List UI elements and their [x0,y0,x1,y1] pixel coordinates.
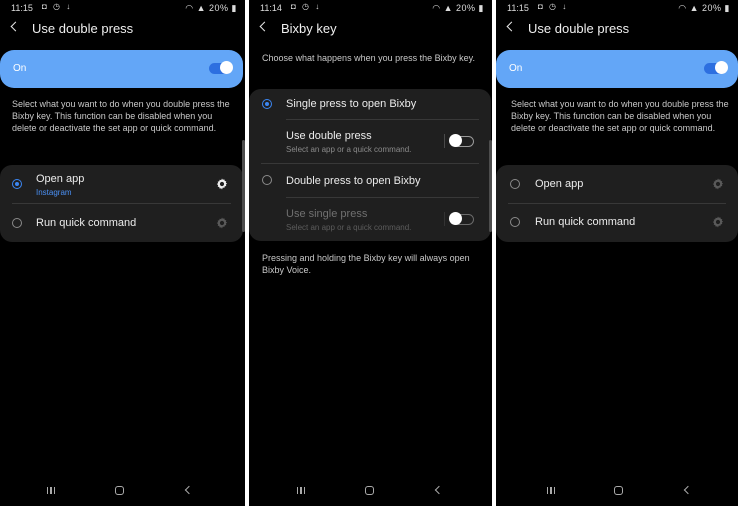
scrollbar[interactable] [489,140,492,232]
recent-apps-icon[interactable] [47,487,55,494]
master-switch-label: On [509,63,523,74]
notification-icons: ◘ ◷ ↓ [291,2,322,11]
status-bar: 11:14 ◘ ◷ ↓ ◠ ▲ 20% ▮ [249,0,492,16]
signal-icon: ◠ ▲ [185,3,206,13]
option-open-app-label: Open app [535,178,584,190]
radio-single-press-bixby[interactable] [262,99,272,109]
option-open-app-label: Open app [36,173,85,185]
option-open-app[interactable]: Open app Instagram [0,165,243,203]
back-icon[interactable] [184,485,194,495]
option-open-app-sub: Instagram [36,188,72,197]
master-toggle[interactable] [209,61,233,74]
master-switch-label: On [13,63,27,74]
navigation-bar [249,480,492,506]
master-toggle[interactable] [704,61,728,74]
status-time: 11:14 [260,3,282,13]
option-run-quick-command[interactable]: Run quick command [496,204,738,242]
recent-apps-icon[interactable] [297,487,305,494]
navigation-bar [496,480,738,506]
options-card: Open app Instagram Run quick command [0,165,243,242]
radio-open-app[interactable] [510,179,520,189]
footer-text: Pressing and holding the Bixby key will … [262,253,470,275]
page-title: Use double press [32,21,134,36]
option-open-app[interactable]: Open app [496,165,738,203]
radio-open-app[interactable] [12,179,22,189]
chevron-left-icon[interactable] [259,21,270,32]
option-use-single-press-sub: Select an app or a quick command. [286,223,412,232]
status-right: ◠ ▲ 20% ▮ [432,3,484,14]
gear-icon[interactable] [215,177,229,191]
status-time: 11:15 [11,3,33,13]
app-bar: Use double press [496,18,738,40]
back-icon[interactable] [434,485,444,495]
radio-double-press-bixby[interactable] [262,175,272,185]
use-single-press-toggle[interactable] [449,212,474,225]
gear-icon[interactable] [711,215,725,229]
description-text: Select what you want to do when you doub… [12,99,230,133]
notification-icons: ◘ ◷ ↓ [42,2,73,11]
battery-icon: ▮ [724,3,730,13]
option-use-single-press-label: Use single press [286,208,368,220]
master-switch-bar[interactable]: On [0,50,243,88]
signal-icon: ◠ ▲ [432,3,453,13]
home-icon[interactable] [115,486,124,495]
chevron-left-icon[interactable] [506,21,517,32]
notification-icons: ◘ ◷ ↓ [538,2,569,11]
chevron-left-icon[interactable] [10,21,21,32]
radio-run-quick-command[interactable] [12,218,22,228]
back-icon[interactable] [683,485,693,495]
page-title: Bixby key [281,21,337,36]
battery-level: 20% [702,3,722,13]
vertical-divider [444,212,445,226]
gear-icon[interactable] [711,177,725,191]
signal-icon: ◠ ▲ [678,3,699,13]
option-use-double-press-label: Use double press [286,130,372,142]
option-use-double-press[interactable]: Use double press Select an app or a quic… [249,120,491,162]
screen-use-double-press-2: 11:15 ◘ ◷ ↓ ◠ ▲ 20% ▮ Use double press O… [496,0,738,506]
options-card: Single press to open Bixby Use double pr… [249,89,491,241]
page-title: Use double press [528,21,630,36]
description-text: Select what you want to do when you doub… [511,99,729,133]
vertical-divider [444,134,445,148]
options-card: Open app Run quick command [496,165,738,242]
recent-apps-icon[interactable] [547,487,555,494]
option-run-quick-command-label: Run quick command [535,216,636,228]
status-bar: 11:15 ◘ ◷ ↓ ◠ ▲ 20% ▮ [496,0,738,16]
option-single-press-bixby-label: Single press to open Bixby [286,98,417,110]
battery-level: 20% [209,3,229,13]
home-icon[interactable] [614,486,623,495]
home-icon[interactable] [365,486,374,495]
app-bar: Bixby key [249,18,492,40]
navigation-bar [0,480,245,506]
status-bar: 11:15 ◘ ◷ ↓ ◠ ▲ 20% ▮ [0,0,245,16]
option-use-double-press-sub: Select an app or a quick command. [286,145,412,154]
option-use-single-press: Use single press Select an app or a quic… [249,198,491,240]
screen-use-double-press-1: 11:15 ◘ ◷ ↓ ◠ ▲ 20% ▮ Use double press O… [0,0,245,506]
description-text: Choose what happens when you press the B… [262,53,475,63]
status-time: 11:15 [507,3,529,13]
screen-bixby-key: 11:14 ◘ ◷ ↓ ◠ ▲ 20% ▮ Bixby key Choose w… [249,0,492,506]
option-double-press-bixby-label: Double press to open Bixby [286,175,421,187]
battery-icon: ▮ [231,3,237,13]
app-bar: Use double press [0,18,245,40]
master-switch-bar[interactable]: On [496,50,738,88]
status-right: ◠ ▲ 20% ▮ [678,3,730,14]
status-right: ◠ ▲ 20% ▮ [185,3,237,14]
use-double-press-toggle[interactable] [449,134,474,147]
battery-icon: ▮ [478,3,484,13]
option-run-quick-command-label: Run quick command [36,217,137,229]
option-run-quick-command[interactable]: Run quick command [0,204,243,242]
battery-level: 20% [456,3,476,13]
scrollbar[interactable] [242,140,245,232]
radio-run-quick-command[interactable] [510,217,520,227]
gear-icon[interactable] [215,216,229,230]
option-single-press-bixby[interactable]: Single press to open Bixby [249,89,491,119]
option-double-press-bixby[interactable]: Double press to open Bixby [249,164,491,196]
